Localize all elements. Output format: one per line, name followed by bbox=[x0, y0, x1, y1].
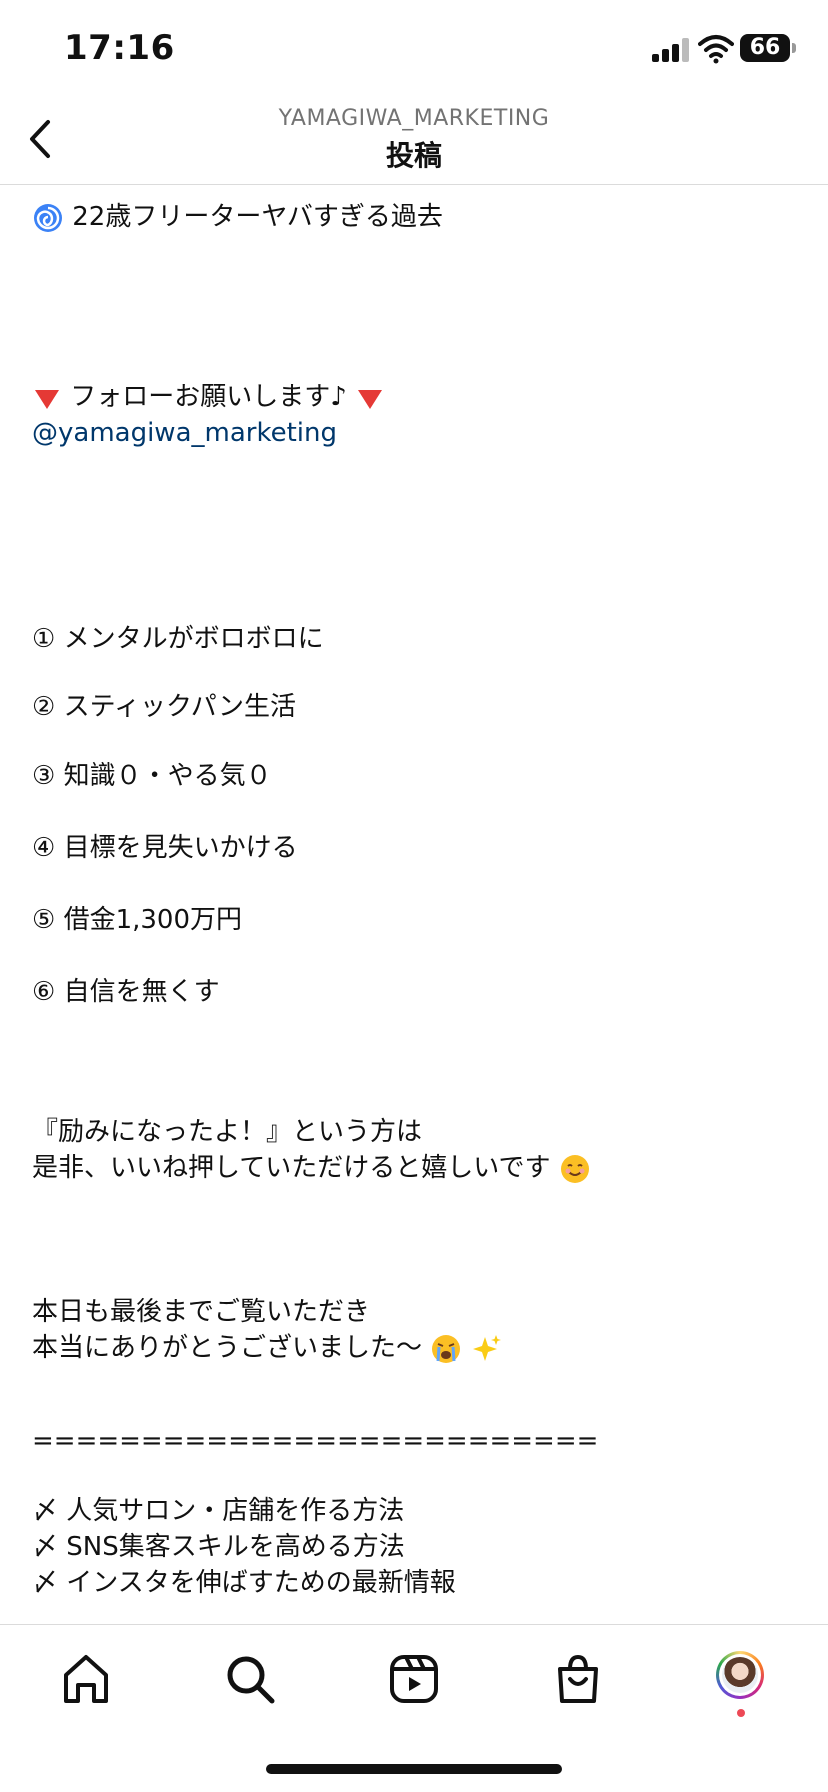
thanks-line-1: 本日も最後までご覧いただき bbox=[32, 1297, 371, 1327]
header-username: YAMAGIWA_MARKETING bbox=[278, 106, 550, 131]
list-item: ③ 知識０・やる気０ bbox=[32, 761, 272, 791]
status-time: 17:16 bbox=[64, 28, 175, 68]
thanks-line-2: 本当にありがとうございました〜 bbox=[32, 1331, 503, 1365]
cyclone-emoji-icon bbox=[34, 203, 62, 232]
post-header: YAMAGIWA_MARKETING 投稿 bbox=[0, 100, 828, 185]
wifi-icon bbox=[698, 35, 734, 64]
list-item: ② スティックパン生活 bbox=[32, 692, 297, 722]
cellular-signal-icon bbox=[652, 38, 692, 62]
red-triangle-down-icon bbox=[35, 389, 59, 409]
divider-text: ========================== bbox=[32, 1426, 599, 1456]
reels-icon[interactable] bbox=[386, 1651, 442, 1707]
list-item: ⑥ 自信を無くす bbox=[32, 977, 220, 1007]
list-item: 〆 人気サロン・店舗を作る方法 bbox=[32, 1496, 405, 1526]
smiling-face-emoji-icon bbox=[560, 1154, 589, 1183]
encourage-line-1: 『励みになったよ！』という方は bbox=[32, 1117, 423, 1147]
list-item: ④ 目標を見失いかける bbox=[32, 833, 298, 863]
battery-icon: 66 bbox=[740, 34, 796, 62]
bottom-tab-bar bbox=[0, 1624, 828, 1745]
caption-title-line: 22歳フリーターヤバすぎる過去 bbox=[32, 200, 443, 234]
encourage-text: 是非、いいね押していただけると嬉しいです bbox=[32, 1153, 551, 1183]
status-bar: 17:16 66 bbox=[0, 0, 828, 100]
search-icon[interactable] bbox=[222, 1651, 278, 1707]
list-item: ① メンタルがボロボロに bbox=[32, 624, 324, 654]
follow-request-line: フォローお願いします♪ bbox=[32, 380, 385, 414]
sparkles-emoji-icon bbox=[472, 1334, 501, 1361]
home-indicator bbox=[266, 1764, 562, 1774]
red-triangle-down-icon bbox=[358, 389, 383, 409]
caption-title-text: 22歳フリーターヤバすぎる過去 bbox=[72, 202, 443, 232]
post-caption: 22歳フリーターヤバすぎる過去 フォローお願いします♪ @yamagiwa_ma… bbox=[32, 200, 802, 1620]
list-item: 〆 インスタを伸ばすための最新情報 bbox=[32, 1568, 456, 1598]
follow-request-text: フォローお願いします♪ bbox=[70, 382, 347, 412]
thanks-text: 本当にありがとうございました〜 bbox=[32, 1333, 423, 1363]
notification-dot bbox=[737, 1709, 745, 1717]
list-item: ⑤ 借金1,300万円 bbox=[32, 905, 243, 935]
shop-icon[interactable] bbox=[550, 1651, 606, 1707]
mention-link[interactable]: @yamagiwa_marketing bbox=[32, 416, 337, 450]
encourage-line-2: 是非、いいね押していただけると嬉しいです bbox=[32, 1151, 591, 1185]
page-title: 投稿 bbox=[385, 139, 442, 172]
profile-avatar[interactable] bbox=[716, 1651, 764, 1699]
crying-face-emoji-icon bbox=[432, 1334, 461, 1363]
home-icon[interactable] bbox=[58, 1651, 114, 1707]
list-item: 〆 SNS集客スキルを高める方法 bbox=[32, 1532, 405, 1562]
